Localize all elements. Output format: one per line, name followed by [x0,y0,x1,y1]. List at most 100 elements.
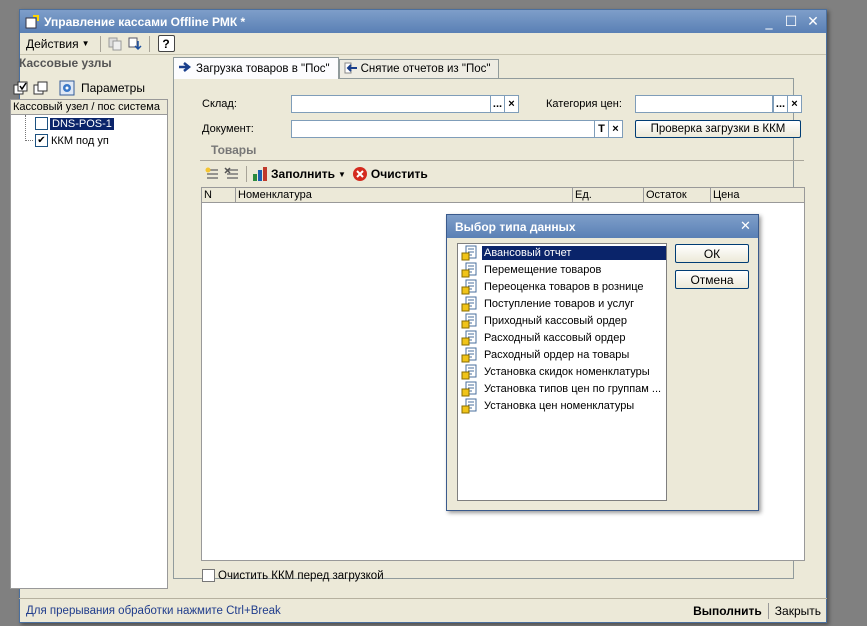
clear-kkm-option[interactable]: Очистить ККМ перед загрузкой [202,569,384,582]
data-type-label: Установка цен номенклатуры [484,399,635,412]
warehouse-select-button[interactable]: ... [490,95,505,113]
data-type-label: Установка скидок номенклатуры [484,365,650,378]
menu-separator [99,35,101,52]
document-type-icon [460,381,478,397]
warehouse-label: Склад: [202,98,237,110]
check-load-button[interactable]: Проверка загрузки в ККМ [635,120,801,138]
arrow-right-icon [178,62,192,75]
document-input[interactable] [291,120,595,138]
data-type-item[interactable]: Установка скидок номенклатуры [458,363,666,380]
column-header-unit[interactable]: Ед. [573,188,644,202]
status-bar: Для прерывания обработки нажмите Ctrl+Br… [19,598,827,622]
tab-label: Снятие отчетов из "Пос" [360,63,491,75]
close-button[interactable]: Закрыть [769,601,827,621]
column-header-balance[interactable]: Остаток [644,188,711,202]
tree-body: DNS-POS-1 ✔ ККМ под уп [11,115,167,149]
move-down-icon[interactable] [125,35,145,53]
title-bar[interactable]: Управление кассами Offline РМК * _ ☐ ✕ [20,10,826,33]
data-type-item[interactable]: Перемещение товаров [458,261,666,278]
dialog-close-icon[interactable]: ✕ [740,219,758,234]
data-type-label: Приходный кассовый ордер [484,314,628,327]
fill-icon [251,165,269,183]
data-type-item[interactable]: Переоценка товаров в рознице [458,278,666,295]
menu-bar: Действия ▼ ? [20,33,826,55]
dialog-title: Выбор типа данных [455,219,576,234]
data-type-dialog: Выбор типа данных ✕ Авансовый отчет Перем… [446,214,759,511]
goods-section-title: Товары [211,143,257,157]
close-icon[interactable]: ✕ [804,13,822,31]
app-icon [24,14,40,30]
data-type-item[interactable]: Расходный ордер на товары [458,346,666,363]
data-type-item[interactable]: Поступление товаров и услуг [458,295,666,312]
document-type-button[interactable]: T [594,120,609,138]
dropdown-arrow-icon[interactable]: ▼ [338,170,346,179]
data-type-label: Поступление товаров и услуг [484,297,635,310]
help-button[interactable]: ? [157,35,175,52]
check-all-icon[interactable] [11,79,31,97]
cancel-button[interactable]: Отмена [675,270,749,289]
data-type-item[interactable]: Приходный кассовый ордер [458,312,666,329]
tab-strip: Загрузка товаров в "Пос" Снятие отчетов … [173,57,500,79]
menu-separator [148,35,150,52]
warehouse-input[interactable] [291,95,491,113]
node-checkbox[interactable]: ✔ [35,134,48,147]
tab-reports[interactable]: Снятие отчетов из "Пос" [338,59,500,78]
node-checkbox[interactable] [35,117,48,130]
data-type-label: Установка типов цен по группам ... [484,382,662,395]
delete-row-icon[interactable] [222,165,242,183]
clear-button[interactable]: Очистить [371,167,428,181]
run-button[interactable]: Выполнить [687,601,768,621]
maximize-icon[interactable]: ☐ [782,13,800,31]
document-type-icon [460,330,478,346]
uncheck-all-icon[interactable] [31,79,51,97]
data-type-item[interactable]: Авансовый отчет [458,244,666,261]
price-category-clear-button[interactable]: × [787,95,802,113]
document-clear-button[interactable]: × [608,120,623,138]
cash-nodes-title: Кассовые узлы [19,56,112,70]
column-header-nomenclature[interactable]: Номенклатура [236,188,573,202]
tab-load-goods[interactable]: Загрузка товаров в "Пос" [173,57,339,79]
data-type-item[interactable]: Установка типов цен по группам ... [458,380,666,397]
column-header-n[interactable]: N [202,188,236,202]
warehouse-clear-button[interactable]: × [504,95,519,113]
data-type-item[interactable]: Расходный кассовый ордер [458,329,666,346]
cash-nodes-tree[interactable]: Кассовый узел / пос система DNS-POS-1 ✔ … [10,99,168,589]
table-header: N Номенклатура Ед. Остаток Цена [202,188,804,203]
document-type-icon [460,347,478,363]
clear-kkm-checkbox[interactable] [202,569,215,582]
copy-icon[interactable] [105,35,125,53]
section-divider [200,160,804,161]
goods-toolbar: Заполнить ▼ Очистить [202,165,428,183]
left-toolbar: Параметры [11,78,145,98]
column-header-price[interactable]: Цена [711,188,804,202]
price-category-select-button[interactable]: ... [773,95,788,113]
price-category-label: Категория цен: [546,98,622,110]
data-type-label: Авансовый отчет [482,245,666,260]
dialog-title-bar[interactable]: Выбор типа данных ✕ [447,215,758,238]
data-type-list[interactable]: Авансовый отчет Перемещение товаров Переоц… [457,243,667,501]
fill-button[interactable]: Заполнить [271,167,335,181]
data-type-label: Расходный ордер на товары [484,348,630,361]
document-type-icon [460,398,478,414]
dropdown-arrow-icon: ▼ [81,39,90,48]
ok-button[interactable]: ОК [675,244,749,263]
add-row-icon[interactable] [202,165,222,183]
node-label: ККМ под уп [51,134,109,147]
parameters-button[interactable]: Параметры [81,81,145,95]
actions-menu[interactable]: Действия ▼ [20,35,96,53]
minimize-icon[interactable]: _ [760,13,778,31]
status-hint: Для прерывания обработки нажмите Ctrl+Br… [26,604,281,617]
price-category-input[interactable] [635,95,773,113]
data-type-item[interactable]: Установка цен номенклатуры [458,397,666,414]
clear-kkm-label: Очистить ККМ перед загрузкой [218,569,384,582]
data-type-label: Расходный кассовый ордер [484,331,626,344]
toolbar-separator [246,166,247,182]
tab-label: Загрузка товаров в "Пос" [196,62,330,75]
document-type-icon [460,279,478,295]
document-type-icon [460,245,478,261]
parameters-icon[interactable] [57,79,77,97]
document-type-icon [460,296,478,312]
window-title: Управление кассами Offline РМК * [44,14,246,29]
tree-node[interactable]: ✔ ККМ под уп [11,132,167,149]
tree-node[interactable]: DNS-POS-1 [11,115,167,132]
